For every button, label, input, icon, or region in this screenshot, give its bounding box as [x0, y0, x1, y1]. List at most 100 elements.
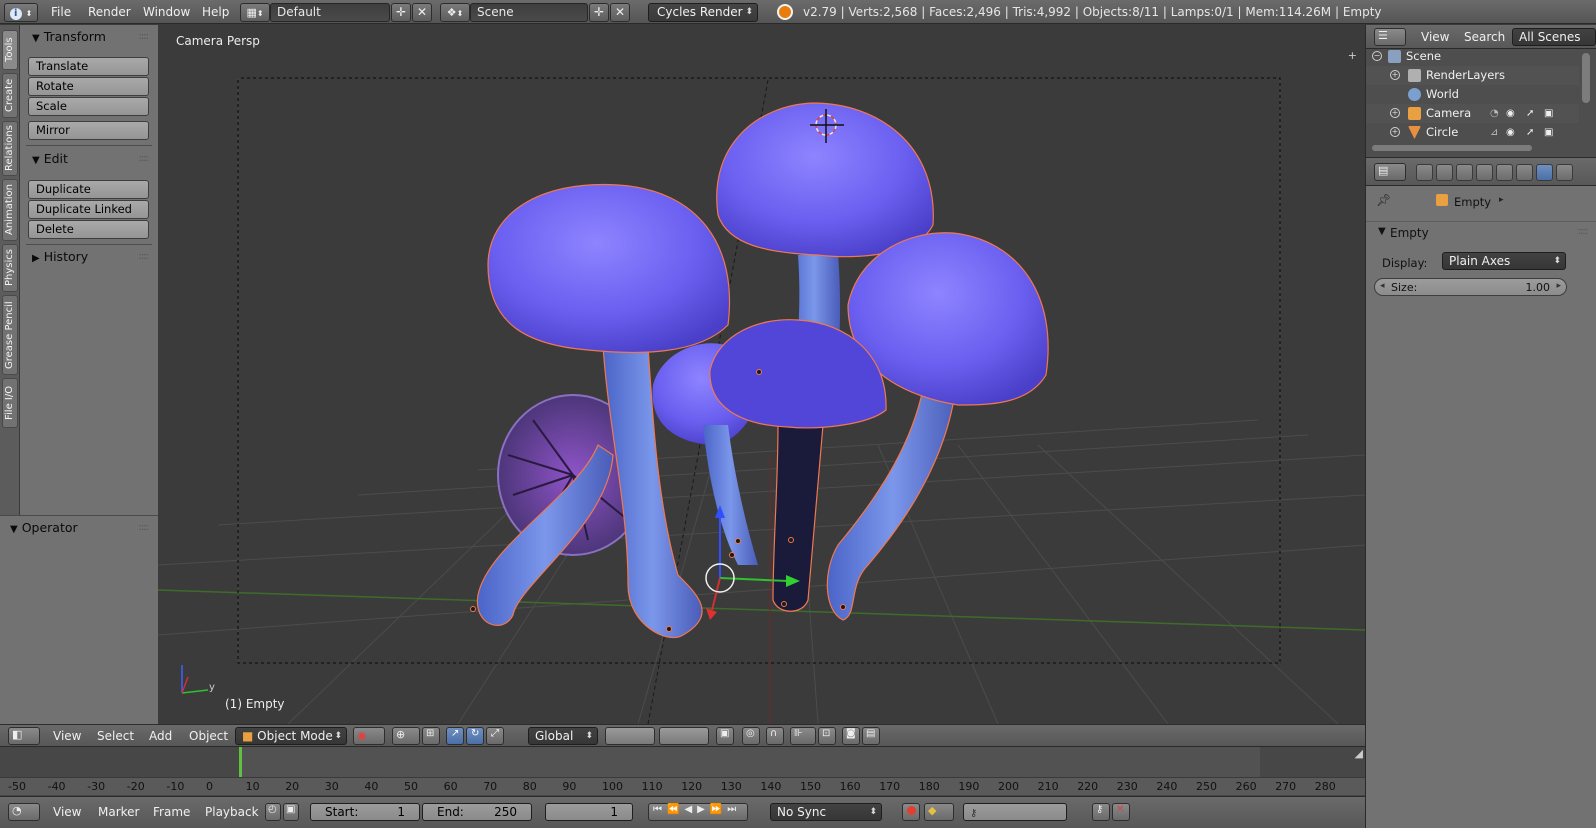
- outliner-hscrollbar[interactable]: [1372, 145, 1532, 151]
- expand-toggle-icon[interactable]: +: [1390, 127, 1400, 137]
- duplicate-button[interactable]: Duplicate: [28, 180, 149, 199]
- tab-file-io[interactable]: File I/O: [2, 378, 18, 428]
- expand-toggle-icon[interactable]: +: [1390, 70, 1400, 80]
- rotate-button[interactable]: Rotate: [28, 77, 149, 96]
- panel-grip-icon[interactable]: ::::: [139, 31, 150, 42]
- active-keying-set-field[interactable]: ⚷: [963, 803, 1067, 821]
- mode-dropdown[interactable]: ■ Object Mode ⬍: [235, 727, 347, 745]
- panel-grip-icon[interactable]: ::::: [139, 522, 150, 533]
- editor-type-button[interactable]: ☰: [1374, 28, 1406, 46]
- tab-constraints[interactable]: [1516, 164, 1533, 181]
- proportional-edit-button[interactable]: ◎: [742, 727, 760, 745]
- rotate-manipulator-toggle[interactable]: ↻: [466, 727, 484, 745]
- history-panel-header[interactable]: ▶ History: [32, 247, 88, 267]
- outliner-row-camera[interactable]: + Camera ◔ ◉ ➚ ▣: [1366, 104, 1579, 123]
- display-dropdown[interactable]: Plain Axes ⬍: [1442, 252, 1566, 270]
- delete-scene-button[interactable]: ✕: [610, 3, 630, 22]
- transform-panel-header[interactable]: ▼ Transform: [32, 27, 106, 47]
- tab-tools[interactable]: Tools: [2, 30, 18, 70]
- add-layout-button[interactable]: ✛: [391, 3, 411, 22]
- tab-object[interactable]: [1496, 164, 1513, 181]
- render-camera-icon[interactable]: ▣: [1544, 123, 1553, 142]
- cursor-arrow-icon[interactable]: ➚: [1526, 104, 1534, 123]
- sync-mode-dropdown[interactable]: No Sync ⬍: [770, 803, 882, 821]
- delete-button[interactable]: Delete: [28, 220, 149, 239]
- insert-keyframe-button[interactable]: ⚷: [1092, 803, 1110, 821]
- menu-search[interactable]: Search: [1464, 28, 1505, 46]
- lock-time-toggle[interactable]: ▣: [283, 803, 299, 821]
- viewport-shading-button[interactable]: ◉: [353, 727, 385, 745]
- expand-toggle-icon[interactable]: +: [1390, 108, 1400, 118]
- preview-range-toggle[interactable]: ◴: [265, 803, 281, 821]
- auto-keying-button[interactable]: [902, 803, 920, 821]
- tab-world[interactable]: [1476, 164, 1493, 181]
- scale-button[interactable]: Scale: [28, 97, 149, 116]
- menu-view[interactable]: View: [53, 803, 81, 821]
- menu-window[interactable]: Window: [139, 2, 194, 22]
- render-camera-icon[interactable]: ▣: [1544, 104, 1553, 123]
- duplicate-linked-button[interactable]: Duplicate Linked: [28, 200, 149, 219]
- end-frame-field[interactable]: End: 250: [422, 803, 532, 821]
- outliner-scrollbar[interactable]: [1582, 53, 1590, 103]
- tab-relations[interactable]: Relations: [2, 121, 18, 176]
- menu-render[interactable]: Render: [84, 2, 135, 22]
- panel-grip-icon[interactable]: ::::: [139, 251, 150, 262]
- start-frame-field[interactable]: Start: 1: [310, 803, 420, 821]
- mesh-data-icon[interactable]: ⊿: [1490, 123, 1498, 142]
- scene-browse-button[interactable]: ❖⬍: [440, 3, 470, 22]
- empty-panel-header[interactable]: ▼ Empty ::::: [1366, 221, 1596, 243]
- menu-playback[interactable]: Playback: [205, 803, 259, 821]
- panel-grip-icon[interactable]: ::::: [1578, 226, 1589, 237]
- manipulator-toggle[interactable]: ⊞: [422, 727, 440, 745]
- tab-grease-pencil[interactable]: Grease Pencil: [2, 295, 18, 375]
- editor-type-button[interactable]: i ⬍: [4, 3, 38, 22]
- operator-panel-header[interactable]: ▼ Operator: [10, 518, 78, 538]
- tab-render[interactable]: [1416, 164, 1433, 181]
- keying-set-button[interactable]: ◆: [924, 803, 954, 821]
- layout-name-field[interactable]: Default: [270, 3, 390, 22]
- mirror-button[interactable]: Mirror: [28, 121, 149, 140]
- menu-view[interactable]: View: [1421, 28, 1449, 46]
- render-engine-dropdown[interactable]: Cycles Render ⬍: [648, 3, 758, 22]
- translate-manipulator-toggle[interactable]: ↗: [446, 727, 464, 745]
- layout-browse-button[interactable]: ▦⬍: [240, 3, 270, 22]
- menu-view[interactable]: View: [53, 727, 81, 745]
- chevron-left-icon[interactable]: ◂: [1380, 281, 1385, 291]
- pivot-point-button[interactable]: ⊕: [392, 727, 420, 745]
- snap-target-button[interactable]: ⊡: [818, 727, 836, 745]
- lock-camera-button[interactable]: ▣: [716, 727, 734, 745]
- outliner[interactable]: ☰ View Search All Scenes − Scene + Rende…: [1365, 25, 1596, 157]
- scene-name-field[interactable]: Scene: [470, 3, 588, 22]
- delete-keyframe-button[interactable]: ✕: [1112, 803, 1130, 821]
- layers-block-1[interactable]: [605, 727, 655, 745]
- corner-hatch-icon[interactable]: ◢: [1355, 747, 1363, 760]
- current-frame-field[interactable]: 1: [545, 803, 633, 821]
- pin-icon[interactable]: 📌︎: [1376, 193, 1391, 207]
- outliner-row-circle[interactable]: + Circle ⊿ ◉ ➚ ▣: [1366, 123, 1579, 142]
- size-slider[interactable]: ◂ Size: 1.00 ▸: [1374, 278, 1567, 296]
- tab-physics[interactable]: Physics: [2, 244, 18, 292]
- eye-icon[interactable]: ◉: [1506, 123, 1515, 142]
- menu-file[interactable]: File: [47, 2, 75, 22]
- current-frame-indicator[interactable]: [239, 747, 242, 777]
- expand-toggle-icon[interactable]: −: [1372, 51, 1382, 61]
- panel-grip-icon[interactable]: ::::: [139, 153, 150, 164]
- editor-type-button[interactable]: ◔: [8, 803, 40, 821]
- tab-animation[interactable]: Animation: [2, 179, 18, 241]
- snap-element-dropdown[interactable]: ⊪: [790, 727, 816, 745]
- delete-layout-button[interactable]: ✕: [412, 3, 432, 22]
- snap-toggle[interactable]: ∩: [766, 727, 784, 745]
- render-opengl-button[interactable]: ◙: [842, 727, 860, 745]
- editor-type-button[interactable]: ▤: [1374, 163, 1406, 181]
- menu-frame[interactable]: Frame: [153, 803, 190, 821]
- tab-scene[interactable]: [1456, 164, 1473, 181]
- tab-create[interactable]: Create: [2, 73, 18, 118]
- render-animation-button[interactable]: ▤: [862, 727, 880, 745]
- timeline-editor[interactable]: -50 -40 -30 -20 -10 0 10 20 30 40 50 60 70 80 90 100 110…: [0, 746, 1365, 796]
- transform-orientation-dropdown[interactable]: Global ⬍: [528, 727, 598, 745]
- camera-data-icon[interactable]: ◔: [1490, 104, 1499, 123]
- outliner-row-scene[interactable]: − Scene: [1366, 47, 1579, 66]
- chevron-right-icon[interactable]: ▸: [1556, 281, 1561, 291]
- menu-marker[interactable]: Marker: [98, 803, 139, 821]
- tab-object-data[interactable]: [1536, 164, 1553, 181]
